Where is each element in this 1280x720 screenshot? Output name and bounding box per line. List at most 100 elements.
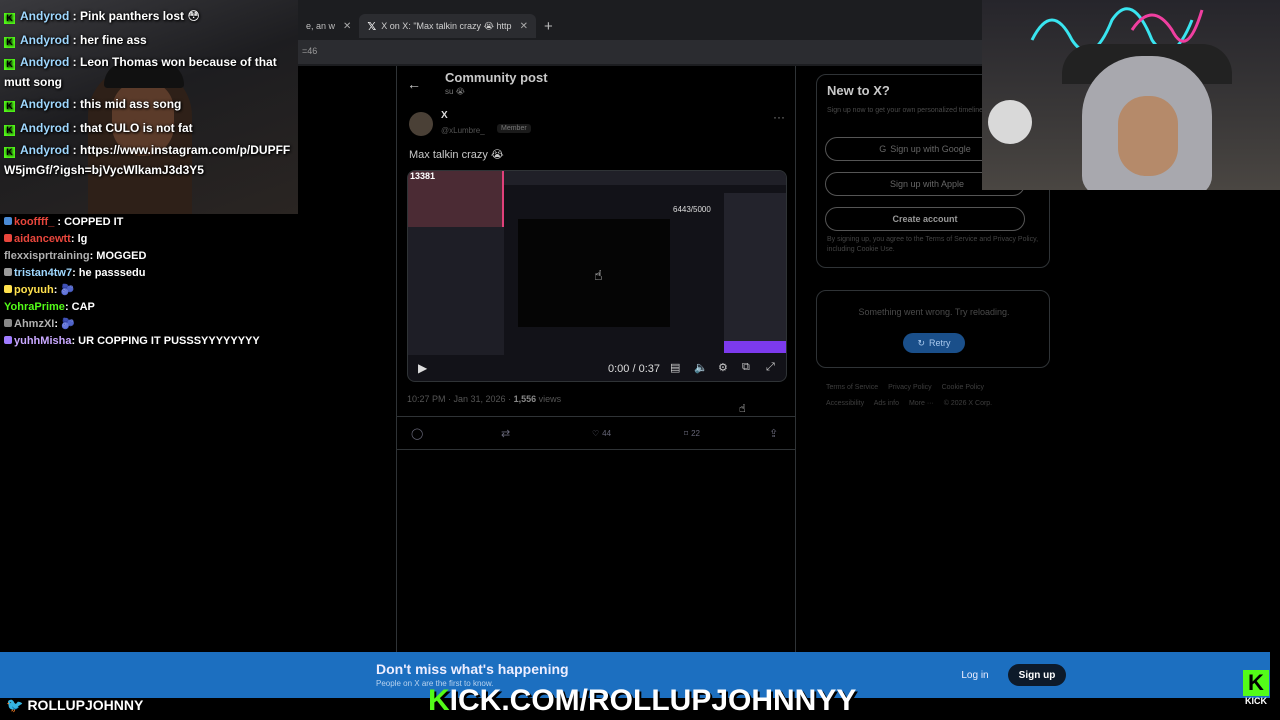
google-label: Sign up with Google xyxy=(890,144,971,154)
chat-text: : her fine ass xyxy=(69,33,147,47)
video-purple-bar xyxy=(724,341,786,353)
url-text: =46 xyxy=(302,46,318,56)
play-icon[interactable]: ▶ xyxy=(418,361,427,375)
footer-link[interactable]: Ads info xyxy=(874,400,899,407)
more-icon[interactable]: ··· xyxy=(773,110,785,124)
footer-link[interactable]: Terms of Service xyxy=(826,384,878,391)
twitter-name: ROLLUPJOHNNY xyxy=(27,697,144,713)
kick-url-k: K xyxy=(428,684,450,717)
video-time: 0:00 / 0:37 xyxy=(608,363,660,375)
login-button[interactable]: Log in xyxy=(950,664,1000,686)
footer-link[interactable]: Accessibility xyxy=(826,400,864,407)
chat-message: yuhhMisha: UR COPPING IT PUSSSYYYYYYYY xyxy=(0,333,320,350)
user-badge-icon xyxy=(4,234,12,242)
chat-text: : UR COPPING IT PUSSSYYYYYYYY xyxy=(71,335,260,347)
kick-url: KICK.COM/ROLLUPJOHNNYY xyxy=(428,684,856,718)
new-tab-icon[interactable]: + xyxy=(544,18,553,35)
close-icon[interactable]: ✕ xyxy=(520,21,528,32)
create-account-button[interactable]: Create account xyxy=(825,207,1025,231)
chat-username: kooffff_ xyxy=(14,216,55,228)
browser-chrome: e, an w ✕ 𝕏 X on X: "Max talkin crazy 😭 … xyxy=(298,0,982,66)
chat-username: Andyrod xyxy=(20,143,70,157)
post-text: Max talkin crazy 😭 xyxy=(409,149,504,161)
share-icon[interactable]: ⇪ xyxy=(769,427,778,440)
chat-text: : MOGGED xyxy=(89,250,147,262)
user-badge-icon xyxy=(4,268,12,276)
post-meta: 10:27 PM · Jan 31, 2026 · 1,556 views xyxy=(407,394,561,404)
streamer-face xyxy=(1118,96,1178,176)
address-bar[interactable]: =46 xyxy=(298,40,982,64)
close-icon[interactable]: ✕ xyxy=(343,21,351,32)
footer-links: Terms of Service Privacy Policy Cookie P… xyxy=(826,380,1050,412)
volume-icon[interactable]: 🔈 xyxy=(694,361,708,374)
browser-tab-active[interactable]: 𝕏 X on X: "Max talkin crazy 😭 http ✕ xyxy=(359,14,536,38)
chat-username: yuhhMisha xyxy=(14,335,72,347)
chat-username: Andyrod xyxy=(20,121,70,135)
views-label: views xyxy=(536,394,562,404)
captions-icon[interactable]: ▤ xyxy=(670,361,680,374)
user-badge-icon xyxy=(4,336,12,344)
post-actions: ◯ ⇄ ♡ 44 ⌑ 22 ⇪ xyxy=(397,416,795,450)
chat-message: flexxisprtraining: MOGGED xyxy=(0,248,320,265)
apple-label: Sign up with Apple xyxy=(889,179,965,189)
chat-username: YohraPrime xyxy=(4,301,65,313)
video-player[interactable]: 13381 6443/5000 ▶ 0:00 / 0:37 ▤ 🔈 ⚙ ⧉ ⤢ … xyxy=(407,170,787,382)
settings-icon[interactable]: ⚙ xyxy=(718,361,728,374)
page-subtitle: su 😭 xyxy=(445,87,466,96)
avatar[interactable] xyxy=(409,112,433,136)
back-arrow-icon[interactable]: ← xyxy=(407,76,421,92)
view-count: 1,556 xyxy=(513,394,537,404)
video-left-panel xyxy=(408,227,504,355)
chat-message: K Andyrod : that CULO is not fat xyxy=(0,116,300,140)
user-badge-icon xyxy=(4,217,12,225)
viewer-counter: 13381 xyxy=(410,171,436,181)
signup-button[interactable]: Sign up xyxy=(1008,664,1066,686)
reply-icon[interactable]: ◯ xyxy=(411,427,423,440)
chat-text: : this mid ass song xyxy=(69,97,182,111)
kick-badge-icon: K xyxy=(4,101,15,112)
footer-link[interactable]: More ··· xyxy=(909,400,934,407)
kick-badge-icon: K xyxy=(4,59,15,70)
chat-text: : CAP xyxy=(64,301,95,313)
kick-badge-icon: K xyxy=(4,13,15,24)
chat-message: poyuuh: 🫐 xyxy=(0,282,320,299)
video-controls: ▶ 0:00 / 0:37 ▤ 🔈 ⚙ ⧉ ⤢ xyxy=(408,357,786,381)
chat-text: : Pink panthers lost 😳 xyxy=(69,9,200,23)
chat-message: aidancewtt: lg xyxy=(0,231,320,248)
like-button[interactable]: ♡ 44 xyxy=(589,427,611,439)
chat-overlay-top: K Andyrod : Pink panthers lost 😳 K Andyrod… xyxy=(0,4,300,180)
chat-username: AhmzXI xyxy=(14,318,55,330)
twitter-bird-icon: 🐦 xyxy=(6,697,24,713)
author-name[interactable]: X xyxy=(441,110,448,121)
chat-overlay-bottom: kooffff_ : COPPED IT aidancewtt: lg flex… xyxy=(0,214,320,350)
repost-icon[interactable]: ⇄ xyxy=(501,427,510,440)
signup-title: New to X? xyxy=(827,83,890,98)
browser-tab[interactable]: e, an w ✕ xyxy=(298,14,359,38)
author-handle[interactable]: @xLumbre_ xyxy=(441,126,485,135)
kick-url-text: ICK.COM/ROLLUPJOHNNYY xyxy=(449,684,857,717)
pip-icon[interactable]: ⧉ xyxy=(742,361,750,374)
error-card: Something went wrong. Try reloading. ↻ Re… xyxy=(816,290,1050,368)
chat-text: : he passsedu xyxy=(72,267,146,279)
footer-link[interactable]: Cookie Policy xyxy=(942,384,984,391)
chat-text: : lg xyxy=(70,233,88,245)
heart-icon: ♡ xyxy=(592,429,600,438)
video-chat-panel xyxy=(724,193,786,343)
retry-button[interactable]: ↻ Retry xyxy=(903,333,965,353)
kick-badge-icon: K xyxy=(4,125,15,136)
retry-label: Retry xyxy=(929,338,951,348)
footer-link: © 2026 X Corp. xyxy=(943,400,993,407)
chat-text: : 🫐 xyxy=(54,318,75,330)
error-text: Something went wrong. Try reloading. xyxy=(858,307,1010,317)
chat-text: : COPPED IT xyxy=(54,216,124,228)
google-icon: G xyxy=(879,144,887,154)
refresh-icon: ↻ xyxy=(917,337,926,348)
hand-cursor-icon: ☝ xyxy=(739,403,746,415)
bookmark-button[interactable]: ⌑ 22 xyxy=(681,427,700,439)
banner-title: Don't miss what's happening xyxy=(376,661,569,677)
chat-message: AhmzXI: 🫐 xyxy=(0,316,320,333)
fullscreen-icon[interactable]: ⤢ xyxy=(766,361,775,374)
post-time: 10:27 PM · Jan 31, 2026 · xyxy=(407,394,514,404)
chat-username: aidancewtt xyxy=(14,233,71,245)
footer-link[interactable]: Privacy Policy xyxy=(888,384,932,391)
